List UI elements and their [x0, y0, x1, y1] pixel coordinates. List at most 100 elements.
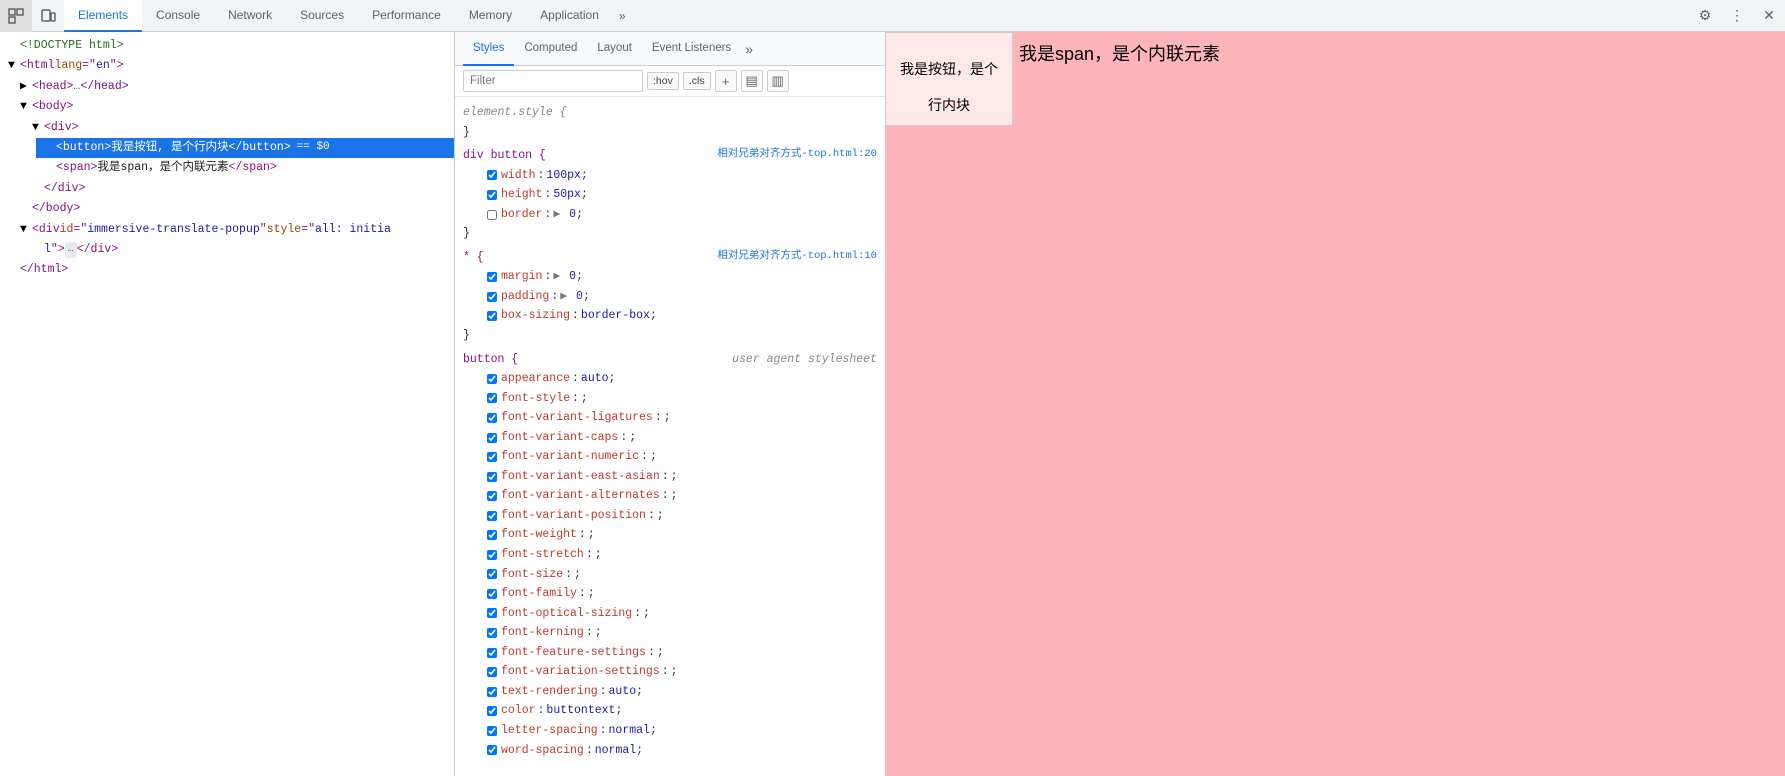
css-prop-box-sizing: box-sizing: border-box; — [463, 306, 877, 326]
css-prop-font-stretch: font-stretch: ; — [463, 545, 877, 565]
more-tabs-button[interactable]: » — [613, 0, 632, 32]
css-prop-font-style: font-style: ; — [463, 389, 877, 409]
new-style-rule-button[interactable]: ▤ — [741, 70, 763, 92]
device-toolbar-icon[interactable] — [32, 0, 64, 32]
dom-span[interactable]: <span> 我是span，是个内联元素 </span> — [36, 158, 454, 178]
css-prop-font-kerning: font-kerning: ; — [463, 623, 877, 643]
css-rule-star: * { 相对兄弟对齐方式-top.html:10 margin: ▶ 0; pa… — [455, 246, 885, 348]
css-font-kerning-checkbox[interactable] — [487, 628, 497, 638]
dom-html-close[interactable]: </html> — [0, 260, 454, 280]
filter-cls-button[interactable]: .cls — [683, 72, 711, 90]
close-devtools-button[interactable]: ✕ — [1753, 0, 1785, 32]
css-height-checkbox[interactable] — [487, 190, 497, 200]
dom-immersive-div[interactable]: ▼ <div id="immersive-translate-popup" st… — [12, 220, 454, 240]
tab-application[interactable]: Application — [526, 0, 613, 32]
css-font-variant-alternates-checkbox[interactable] — [487, 491, 497, 501]
css-appearance-checkbox[interactable] — [487, 374, 497, 384]
css-color-checkbox[interactable] — [487, 706, 497, 716]
preview-area: 我是按钮，是个 行内块 我是span，是个内联元素 — [885, 32, 1785, 776]
tab-elements[interactable]: Elements — [64, 0, 142, 32]
css-rule-button-ua: button { user agent stylesheet appearanc… — [455, 348, 885, 762]
css-prop-font-variant-position: font-variant-position: ; — [463, 506, 877, 526]
tab-memory[interactable]: Memory — [455, 0, 526, 32]
settings-icon[interactable]: ⚙ — [1689, 0, 1721, 32]
css-margin-checkbox[interactable] — [487, 272, 497, 282]
css-prop-font-variant-alternates: font-variant-alternates: ; — [463, 486, 877, 506]
preview-button-wrapper: 我是按钮，是个 行内块 — [885, 32, 1013, 126]
filter-bar: :hov .cls + ▤ ▥ — [455, 66, 885, 97]
css-font-variation-settings-checkbox[interactable] — [487, 667, 497, 677]
dom-body-open[interactable]: ▼ <body> — [12, 97, 454, 117]
filter-hov-button[interactable]: :hov — [647, 72, 679, 90]
dom-body-close[interactable]: </body> — [12, 199, 454, 219]
css-prop-font-size: font-size: ; — [463, 565, 877, 585]
css-border-checkbox[interactable] — [487, 210, 497, 220]
dom-div-open[interactable]: ▼ <div> — [24, 118, 454, 138]
css-prop-font-variant-ligatures: font-variant-ligatures: ; — [463, 408, 877, 428]
tab-console[interactable]: Console — [142, 0, 214, 32]
css-prop-height: height: 50px; — [463, 185, 877, 205]
css-font-variant-east-asian-checkbox[interactable] — [487, 472, 497, 482]
css-padding-checkbox[interactable] — [487, 292, 497, 302]
preview-content: 我是按钮，是个 行内块 我是span，是个内联元素 — [885, 32, 1226, 126]
tab-performance[interactable]: Performance — [358, 0, 455, 32]
css-prop-font-variant-numeric: font-variant-numeric: ; — [463, 447, 877, 467]
css-prop-border: border: ▶ 0; — [463, 205, 877, 225]
tab-network[interactable]: Network — [214, 0, 286, 32]
css-font-stretch-checkbox[interactable] — [487, 550, 497, 560]
tab-styles[interactable]: Styles — [463, 32, 514, 66]
css-prop-font-weight: font-weight: ; — [463, 525, 877, 545]
dom-doctype[interactable]: <!DOCTYPE html> — [0, 36, 454, 56]
tab-sources[interactable]: Sources — [286, 0, 358, 32]
css-text-rendering-checkbox[interactable] — [487, 687, 497, 697]
css-font-family-checkbox[interactable] — [487, 589, 497, 599]
css-width-checkbox[interactable] — [487, 170, 497, 180]
preview-span: 我是span，是个内联元素 — [1013, 32, 1226, 74]
css-prop-font-family: font-family: ; — [463, 584, 877, 604]
css-word-spacing-checkbox[interactable] — [487, 745, 497, 755]
tab-computed[interactable]: Computed — [514, 32, 587, 66]
css-font-feature-settings-checkbox[interactable] — [487, 648, 497, 658]
css-font-optical-sizing-checkbox[interactable] — [487, 608, 497, 618]
inspect-element-icon[interactable] — [0, 0, 32, 32]
styles-subtabs: Styles Computed Layout Event Listeners » — [455, 32, 885, 66]
css-prop-font-optical-sizing: font-optical-sizing: ; — [463, 604, 877, 624]
dom-button-selected[interactable]: <button>我是按钮, 是个行内块</button> == $0 — [36, 138, 454, 158]
tab-event-listeners[interactable]: Event Listeners — [642, 32, 741, 66]
css-font-variant-numeric-checkbox[interactable] — [487, 452, 497, 462]
css-prop-padding: padding: ▶ 0; — [463, 287, 877, 307]
dom-head[interactable]: ▶ <head>…</head> — [12, 77, 454, 97]
css-prop-font-feature-settings: font-feature-settings: ; — [463, 643, 877, 663]
css-prop-margin: margin: ▶ 0; — [463, 267, 877, 287]
dom-div-close[interactable]: </div> — [24, 179, 454, 199]
styles-panel: Styles Computed Layout Event Listeners »… — [455, 32, 885, 776]
css-prop-font-variant-east-asian: font-variant-east-asian: ; — [463, 467, 877, 487]
styles-more-tabs[interactable]: » — [745, 41, 753, 57]
css-prop-word-spacing: word-spacing: normal; — [463, 741, 877, 761]
button-label[interactable]: 我是按钮，是个 行内块 — [885, 32, 1013, 126]
css-box-sizing-checkbox[interactable] — [487, 311, 497, 321]
dom-panel: <!DOCTYPE html> ▼ <html lang="en"> ▶ <he… — [0, 32, 455, 776]
css-font-variant-position-checkbox[interactable] — [487, 511, 497, 521]
css-prop-appearance: appearance: auto; — [463, 369, 877, 389]
css-font-style-checkbox[interactable] — [487, 393, 497, 403]
dom-content: <!DOCTYPE html> ▼ <html lang="en"> ▶ <he… — [0, 32, 454, 776]
css-prop-font-variant-caps: font-variant-caps: ; — [463, 428, 877, 448]
css-font-variant-caps-checkbox[interactable] — [487, 433, 497, 443]
css-rules-content: element.style { } div button { 相对兄弟对齐方式-… — [455, 97, 885, 776]
tab-layout[interactable]: Layout — [587, 32, 642, 66]
css-letter-spacing-checkbox[interactable] — [487, 726, 497, 736]
dom-html-open[interactable]: ▼ <html lang="en"> — [0, 56, 454, 76]
css-font-variant-ligatures-checkbox[interactable] — [487, 413, 497, 423]
toggle-sidebar-button[interactable]: ▥ — [767, 70, 789, 92]
add-style-rule-button[interactable]: + — [715, 70, 737, 92]
css-rule-element-style: element.style { } — [455, 101, 885, 144]
css-font-weight-checkbox[interactable] — [487, 530, 497, 540]
css-rule-div-button: div button { 相对兄弟对齐方式-top.html:20 width:… — [455, 144, 885, 246]
css-font-size-checkbox[interactable] — [487, 569, 497, 579]
more-options-icon[interactable]: ⋮ — [1721, 0, 1753, 32]
css-prop-text-rendering: text-rendering: auto; — [463, 682, 877, 702]
filter-input[interactable] — [463, 70, 643, 92]
dom-immersive-div-2[interactable]: l"> … </div> — [24, 240, 454, 260]
css-prop-color: color: buttontext; — [463, 701, 877, 721]
